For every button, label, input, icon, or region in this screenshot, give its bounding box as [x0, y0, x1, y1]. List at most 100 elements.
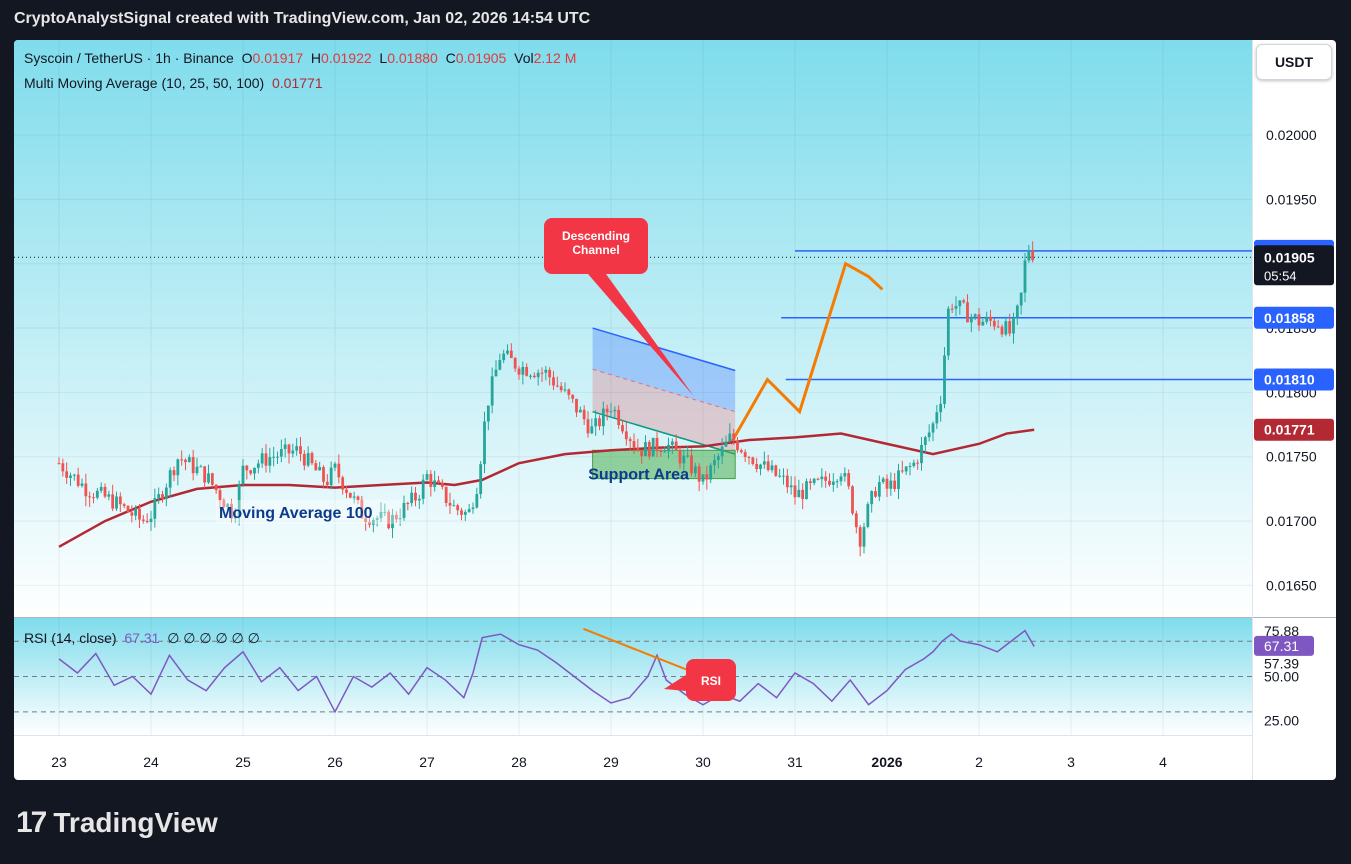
- x-tick-label[interactable]: 31: [787, 754, 803, 770]
- candle-body: [164, 487, 168, 500]
- x-tick-label[interactable]: 29: [603, 754, 619, 770]
- x-tick-label[interactable]: 23: [51, 754, 67, 770]
- candle-body: [287, 444, 291, 454]
- candle-body: [686, 455, 690, 457]
- ma-legend-label[interactable]: Multi Moving Average (10, 25, 50, 100): [24, 75, 264, 91]
- chart-panel[interactable]: Descending Channel Support Area Moving Aver…: [14, 40, 1336, 780]
- candle-body: [705, 474, 709, 480]
- candle-body: [628, 439, 632, 442]
- candle-body: [835, 481, 839, 483]
- ma-price-label[interactable]: 0.01771: [1264, 422, 1315, 438]
- candle-body: [897, 470, 900, 489]
- x-tick-label[interactable]: 28: [511, 754, 527, 770]
- candle-body: [61, 463, 65, 472]
- candle-body: [479, 464, 483, 495]
- candle-body: [632, 441, 636, 448]
- candle-body: [149, 518, 153, 523]
- close-label: C: [445, 50, 456, 66]
- candle-body: [540, 372, 544, 374]
- candle-body: [65, 471, 69, 478]
- support-area-label[interactable]: Support Area: [588, 466, 689, 483]
- candle-body: [782, 475, 785, 477]
- y-tick-label[interactable]: 0.02000: [1266, 127, 1317, 143]
- candle-body: [996, 326, 1000, 328]
- x-tick-label[interactable]: 24: [143, 754, 159, 770]
- candle-body: [168, 470, 172, 488]
- current-price-label[interactable]: 0.01905: [1264, 249, 1315, 265]
- candle-body: [276, 456, 279, 458]
- candle-body: [1012, 317, 1015, 334]
- ma100-label[interactable]: Moving Average 100: [219, 505, 373, 522]
- symbol-legend[interactable]: Syscoin / TetherUS · 1h · Binance O0.019…: [24, 50, 576, 66]
- chart-caption: CryptoAnalystSignal created with Trading…: [14, 10, 591, 27]
- candle-body: [214, 484, 218, 491]
- candle-body: [306, 453, 310, 466]
- x-tick-label[interactable]: 2026: [871, 754, 902, 770]
- candle-body: [720, 446, 724, 457]
- candle-body: [992, 320, 996, 327]
- candle-body: [624, 431, 628, 440]
- candle-body: [958, 300, 962, 307]
- candle-body: [609, 411, 613, 413]
- rsi-tick-label[interactable]: 50.00: [1264, 669, 1299, 685]
- candle-body: [218, 490, 222, 501]
- y-tick-label[interactable]: 0.01950: [1266, 191, 1317, 207]
- candle-body: [659, 450, 663, 452]
- candle-body: [824, 476, 828, 481]
- candle-body: [1008, 321, 1012, 334]
- x-tick-label[interactable]: 27: [419, 754, 435, 770]
- rsi-legend-label[interactable]: RSI (14, close): [24, 630, 117, 646]
- candle-body: [76, 474, 80, 486]
- candle-body: [145, 520, 149, 523]
- candle-body: [410, 492, 414, 504]
- candle-body: [245, 465, 249, 471]
- x-tick-label[interactable]: 30: [695, 754, 711, 770]
- candle-body: [621, 425, 624, 432]
- candle-body: [578, 409, 582, 413]
- candle-body: [820, 476, 824, 480]
- x-tick-label[interactable]: 4: [1159, 754, 1167, 770]
- candle-body: [322, 467, 325, 482]
- candle-body: [877, 482, 881, 497]
- x-tick-label[interactable]: 2: [975, 754, 983, 770]
- candle-body: [111, 494, 115, 509]
- candle-body: [72, 474, 76, 476]
- ma-legend-value: 0.01771: [272, 75, 323, 91]
- y-tick-label[interactable]: 0.01750: [1266, 449, 1317, 465]
- y-tick-label[interactable]: 0.01650: [1266, 577, 1317, 593]
- candle-body: [693, 466, 697, 474]
- candle-body: [471, 507, 475, 510]
- candle-body: [881, 478, 885, 483]
- x-tick-label[interactable]: 3: [1067, 754, 1075, 770]
- candle-body: [429, 474, 433, 487]
- rsi-legend[interactable]: RSI (14, close) 67.31 ∅ ∅ ∅ ∅ ∅ ∅: [24, 630, 260, 647]
- symbol-name[interactable]: Syscoin / TetherUS · 1h · Binance: [24, 50, 234, 66]
- candle-body: [172, 470, 176, 476]
- rsi-value-label[interactable]: 67.31: [1264, 638, 1299, 654]
- candle-body: [805, 481, 808, 500]
- level-price-label[interactable]: 0.01858: [1264, 310, 1315, 326]
- candle-body: [716, 456, 720, 461]
- x-tick-label[interactable]: 25: [235, 754, 251, 770]
- candle-body: [858, 527, 862, 547]
- candle-body: [176, 459, 180, 476]
- tradingview-brand[interactable]: 17 TradingView: [16, 806, 218, 840]
- level-price-label[interactable]: 0.01810: [1264, 372, 1315, 388]
- candle-body: [605, 408, 609, 413]
- y-tick-label[interactable]: 0.01700: [1266, 513, 1317, 529]
- x-tick-label[interactable]: 26: [327, 754, 343, 770]
- candle-body: [203, 466, 207, 483]
- chart-canvas[interactable]: DescendingChannel Support Area Moving Aver…: [14, 40, 1336, 780]
- candle-body: [690, 455, 693, 474]
- candle-body: [249, 470, 253, 474]
- ma-legend[interactable]: Multi Moving Average (10, 25, 50, 100) 0…: [24, 75, 323, 91]
- currency-button[interactable]: USDT: [1256, 44, 1332, 80]
- candle-body: [180, 459, 184, 461]
- rsi-tick-label[interactable]: 25.00: [1264, 713, 1299, 729]
- candle-body: [778, 475, 782, 477]
- candle-body: [747, 457, 751, 459]
- candle-body: [525, 366, 529, 376]
- candle-body: [920, 444, 923, 464]
- candle-body: [314, 463, 318, 471]
- candle-body: [417, 498, 421, 501]
